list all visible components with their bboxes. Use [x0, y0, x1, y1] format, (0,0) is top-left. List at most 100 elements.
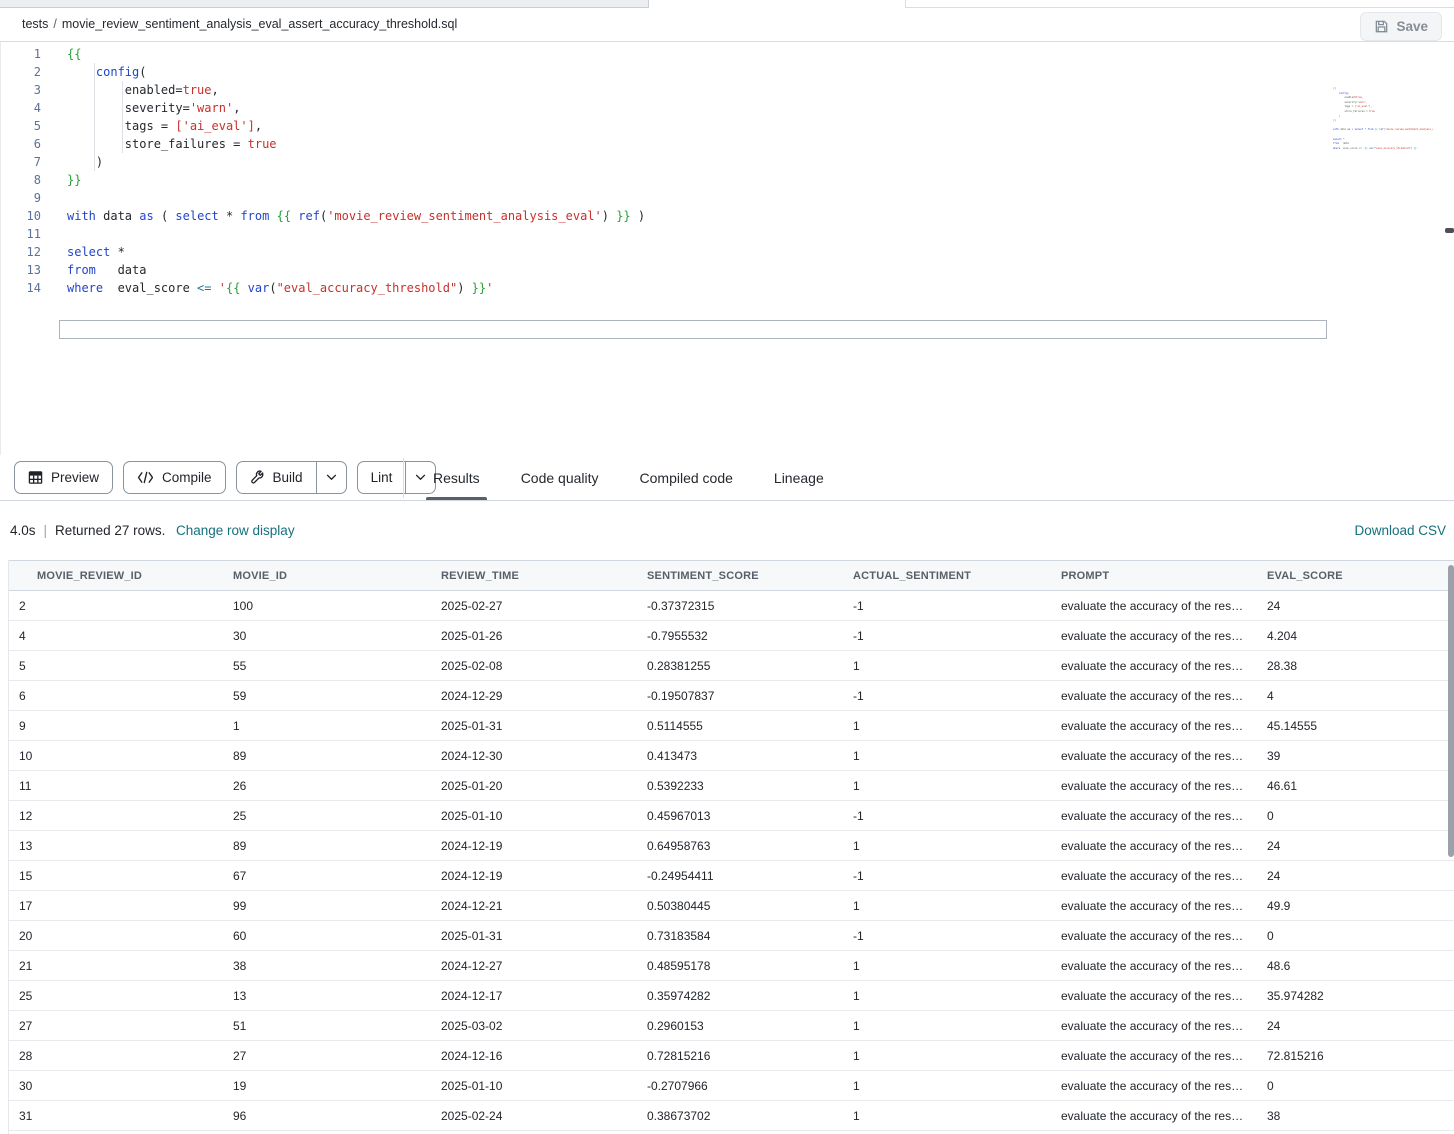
cell-movie_review_id: 5	[9, 651, 213, 681]
change-row-display-link[interactable]: Change row display	[176, 523, 295, 538]
code-line[interactable]: 13from data	[1, 261, 1454, 279]
cell-review_time: 2025-01-26	[421, 621, 627, 651]
cell-actual_sentiment: 1	[833, 891, 1041, 921]
code-line[interactable]: 10with data as ( select * from {{ ref('m…	[1, 207, 1454, 225]
table-row: 6592024-12-29-0.19507837-1evaluate the a…	[9, 681, 1454, 711]
tab-results[interactable]: Results	[433, 455, 480, 500]
prompt-preview-text: evaluate the accuracy of the res…	[1061, 659, 1243, 673]
code-line[interactable]: 5 tags = ['ai_eval'],	[1, 117, 1454, 135]
cell-movie_id: 96	[213, 1101, 421, 1131]
code-line[interactable]: 3 enabled=true,	[1, 81, 1454, 99]
cell-prompt: evaluate the accuracy of the res…›	[1041, 591, 1247, 621]
editor-minimap[interactable]: {{ config( enabled=true, severity='warn'…	[1333, 87, 1433, 162]
code-line[interactable]: 8}}	[1, 171, 1454, 189]
results-table-container: MOVIE_REVIEW_IDMOVIE_IDREVIEW_TIMESENTIM…	[8, 560, 1454, 1134]
cell-eval_score: 35.974282	[1247, 981, 1454, 1011]
table-row: 5552025-02-080.283812551evaluate the acc…	[9, 651, 1454, 681]
table-scrollbar-thumb[interactable]	[1448, 565, 1454, 857]
cell-movie_id: 89	[213, 741, 421, 771]
cell-actual_sentiment: -1	[833, 621, 1041, 651]
cell-movie_id: 67	[213, 861, 421, 891]
cell-sentiment_score: 0.5392233	[627, 771, 833, 801]
editor-scrollbar-thumb[interactable]	[1445, 228, 1454, 233]
code-line[interactable]: 1{{	[1, 45, 1454, 63]
cell-eval_score: 24	[1247, 831, 1454, 861]
breadcrumb-root[interactable]: tests	[22, 17, 48, 31]
chevron-down-icon	[415, 474, 426, 481]
code-line[interactable]: 11	[1, 225, 1454, 243]
cell-eval_score: 24	[1247, 1011, 1454, 1041]
lint-button[interactable]: Lint	[358, 462, 406, 493]
top-tab-bar-sliver	[0, 0, 1454, 8]
wrench-icon	[250, 470, 265, 485]
cell-movie_id: 100	[213, 591, 421, 621]
lint-button-label: Lint	[371, 470, 393, 485]
code-line-text: severity='warn',	[67, 99, 240, 117]
line-number: 1	[1, 45, 41, 63]
cell-sentiment_score: 0.45967013	[627, 801, 833, 831]
table-row: 28272024-12-160.728152161evaluate the ac…	[9, 1041, 1454, 1071]
tab-code-quality[interactable]: Code quality	[521, 455, 599, 500]
cell-prompt: evaluate the accuracy of the res…›	[1041, 741, 1247, 771]
cell-sentiment_score: 0.38673702	[627, 1101, 833, 1131]
cell-prompt: evaluate the accuracy of the res…›	[1041, 771, 1247, 801]
cell-movie_id: 1	[213, 711, 421, 741]
cell-eval_score: 24	[1247, 591, 1454, 621]
cell-movie_review_id: 10	[9, 741, 213, 771]
tab-compiled-code[interactable]: Compiled code	[640, 455, 733, 500]
table-header-row: MOVIE_REVIEW_IDMOVIE_IDREVIEW_TIMESENTIM…	[9, 561, 1454, 591]
cell-eval_score: 0	[1247, 1071, 1454, 1101]
prompt-preview-text: evaluate the accuracy of the res…	[1061, 1019, 1243, 1033]
cell-movie_review_id: 17	[9, 891, 213, 921]
line-number: 14	[1, 279, 41, 297]
cell-sentiment_score: 0.5114555	[627, 711, 833, 741]
lint-button-group: Lint	[357, 461, 437, 494]
line-number: 2	[1, 63, 41, 81]
cell-prompt: evaluate the accuracy of the res…›	[1041, 891, 1247, 921]
preview-button-label: Preview	[51, 470, 99, 485]
sql-code-editor[interactable]: 1{{2 config(3 enabled=true,4 severity='w…	[0, 42, 1454, 455]
prompt-preview-text: evaluate the accuracy of the res…	[1061, 989, 1243, 1003]
build-dropdown-toggle[interactable]	[316, 462, 346, 493]
line-number: 4	[1, 99, 41, 117]
cell-prompt: evaluate the accuracy of the res…›	[1041, 651, 1247, 681]
cell-prompt: evaluate the accuracy of the res…›	[1041, 861, 1247, 891]
table-row: 12252025-01-100.45967013-1evaluate the a…	[9, 801, 1454, 831]
cell-movie_review_id: 6	[9, 681, 213, 711]
table-row: 15672024-12-19-0.24954411-1evaluate the …	[9, 861, 1454, 891]
code-line[interactable]: 7 )	[1, 153, 1454, 171]
code-line-text: tags = ['ai_eval'],	[67, 117, 262, 135]
cell-eval_score: 38	[1247, 1101, 1454, 1131]
cell-prompt: evaluate the accuracy of the res…›	[1041, 1041, 1247, 1071]
save-button[interactable]: Save	[1360, 12, 1442, 41]
code-line[interactable]: 4 severity='warn',	[1, 99, 1454, 117]
prompt-preview-text: evaluate the accuracy of the res…	[1061, 689, 1243, 703]
cell-prompt: evaluate the accuracy of the res…›	[1041, 1071, 1247, 1101]
tab-lineage[interactable]: Lineage	[774, 455, 824, 500]
line-number: 13	[1, 261, 41, 279]
download-csv-link[interactable]: Download CSV	[1354, 523, 1446, 538]
code-brackets-icon	[137, 471, 154, 484]
cell-movie_review_id: 12	[9, 801, 213, 831]
code-line[interactable]: 2 config(	[1, 63, 1454, 81]
code-line-text: where eval_score <= '{{ var("eval_accura…	[67, 279, 493, 297]
preview-button[interactable]: Preview	[14, 461, 113, 494]
cell-eval_score: 39	[1247, 741, 1454, 771]
cell-sentiment_score: 0.73183584	[627, 921, 833, 951]
file-header: tests/movie_review_sentiment_analysis_ev…	[0, 8, 1454, 42]
lint-dropdown-toggle[interactable]	[405, 462, 435, 493]
line-number: 5	[1, 117, 41, 135]
cell-sentiment_score: -0.37372315	[627, 591, 833, 621]
cell-review_time: 2025-01-10	[421, 801, 627, 831]
build-button[interactable]: Build	[237, 462, 316, 493]
code-line[interactable]: 6 store_failures = true	[1, 135, 1454, 153]
cell-sentiment_score: -0.7955532	[627, 621, 833, 651]
code-line[interactable]: 14 where eval_score <= '{{ var("eval_accu…	[1, 279, 1454, 297]
cell-review_time: 2024-12-29	[421, 681, 627, 711]
compile-button[interactable]: Compile	[123, 461, 226, 494]
results-table: MOVIE_REVIEW_IDMOVIE_IDREVIEW_TIMESENTIM…	[9, 560, 1454, 1131]
code-line[interactable]: 9	[1, 189, 1454, 207]
cell-eval_score: 48.6	[1247, 951, 1454, 981]
table-row: 27512025-03-020.29601531evaluate the acc…	[9, 1011, 1454, 1041]
code-line[interactable]: 12select *	[1, 243, 1454, 261]
